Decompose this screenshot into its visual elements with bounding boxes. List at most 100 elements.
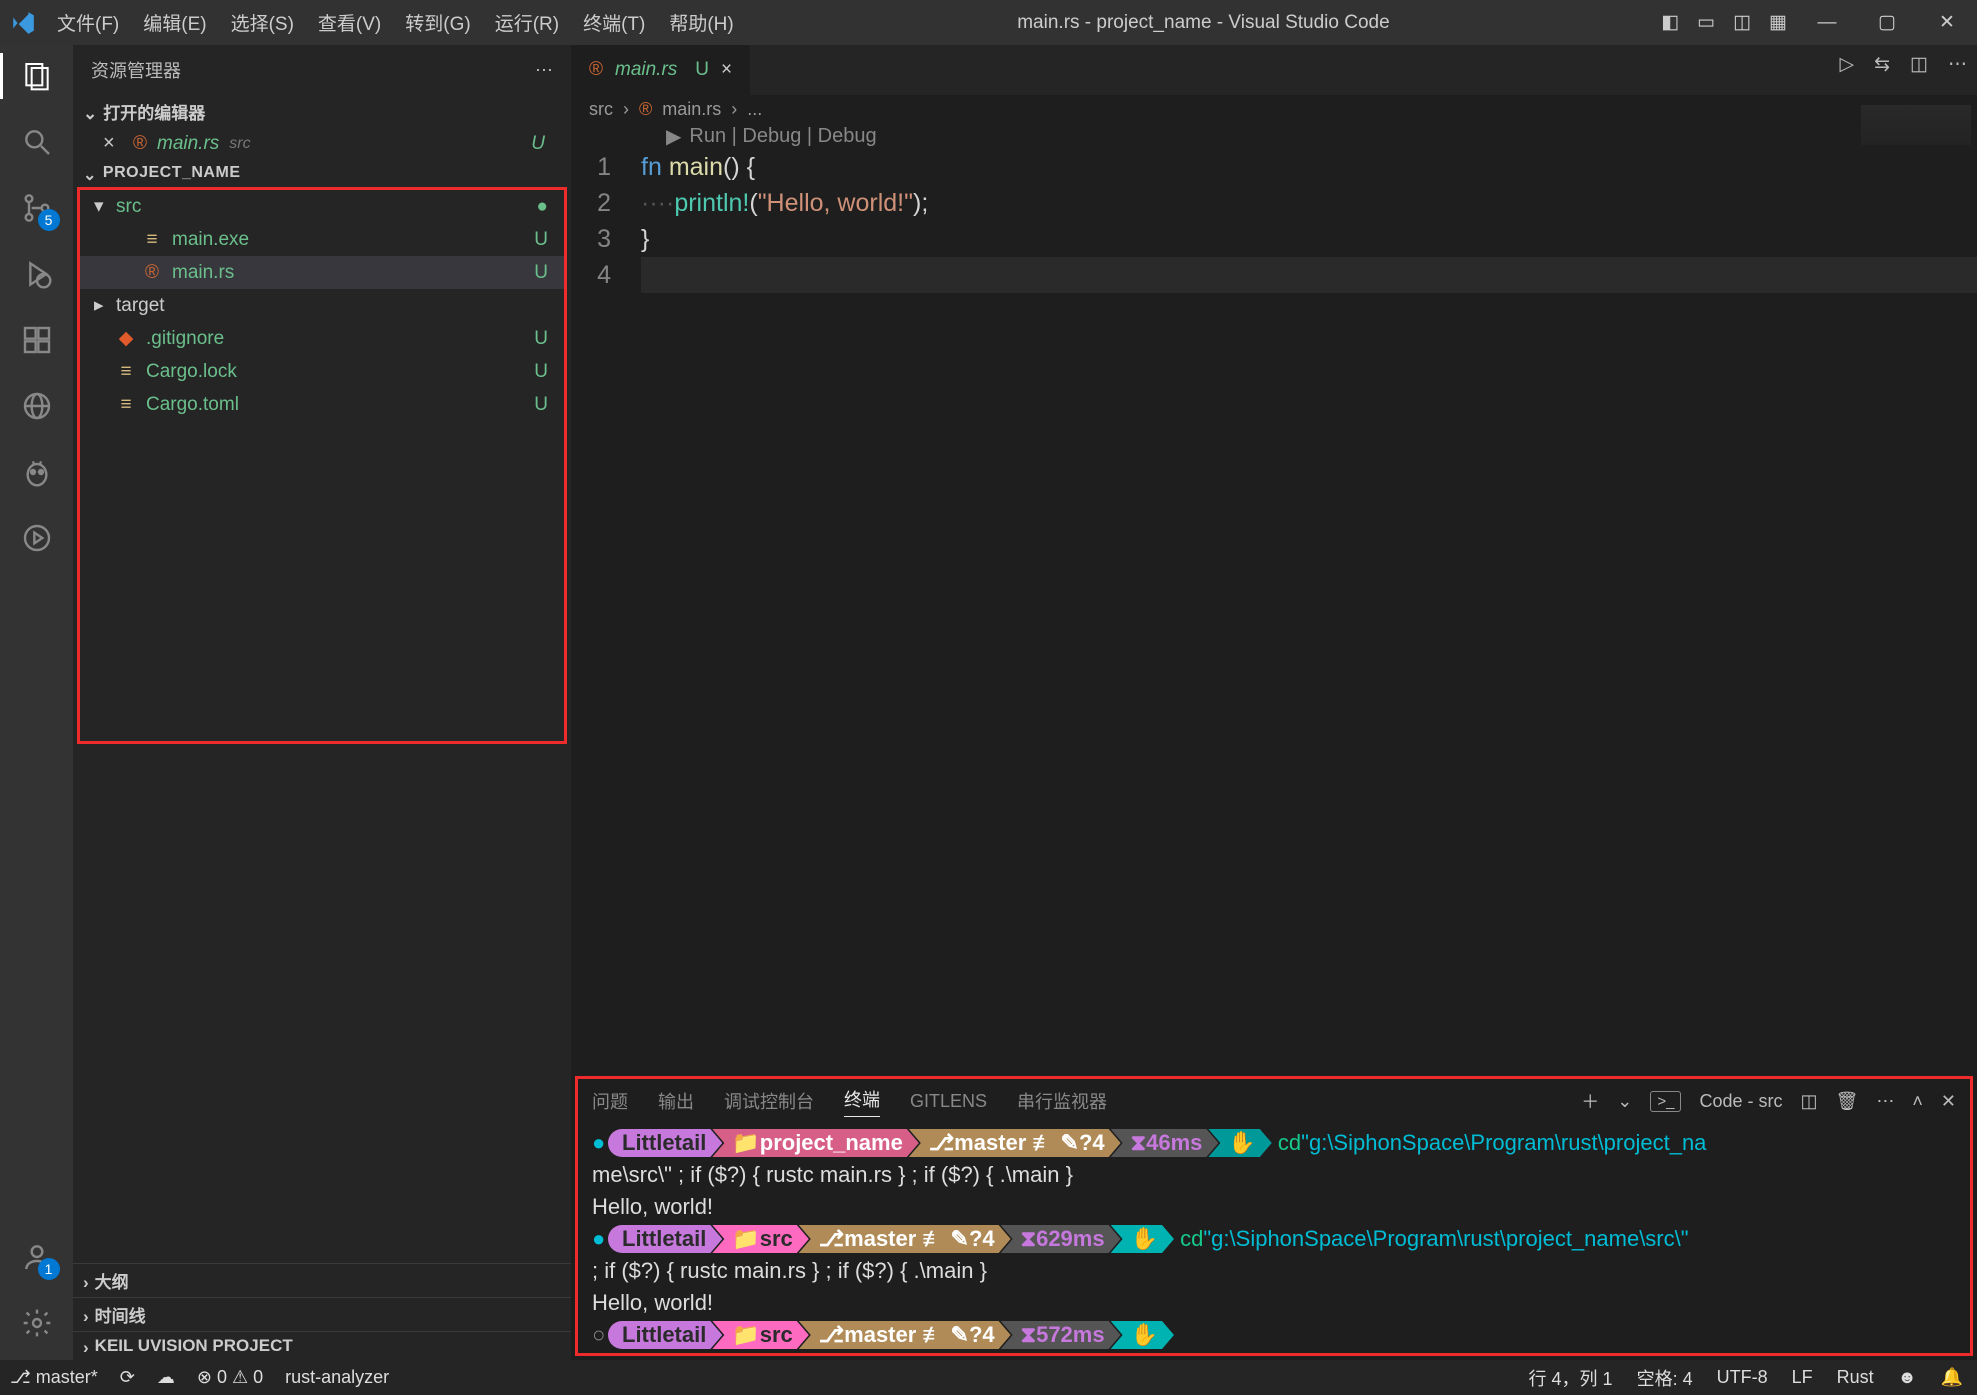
toggle-panel-left-icon[interactable]: ◧ (1661, 11, 1679, 34)
extensions-icon[interactable] (18, 321, 56, 359)
codelens[interactable]: ▶ Run | Debug | Debug (571, 124, 1977, 149)
panel-tab-problems[interactable]: 问题 (592, 1088, 628, 1114)
new-terminal-icon[interactable]: ＋ (1581, 1088, 1599, 1114)
panel-tab-debug-console[interactable]: 调试控制台 (724, 1088, 814, 1114)
project-section[interactable]: ⌄ PROJECT_NAME (73, 159, 571, 187)
status-sync-icon[interactable]: ⟳ (120, 1367, 135, 1388)
status-analyzer[interactable]: rust-analyzer (285, 1367, 389, 1388)
status-cloud-icon[interactable]: ☁ (157, 1367, 175, 1388)
explorer-icon[interactable] (18, 57, 56, 95)
breadcrumb-folder[interactable]: src (589, 99, 613, 120)
terminal-dropdown-icon[interactable]: ⌄ (1617, 1091, 1632, 1112)
open-editor-item[interactable]: × ® main.rs src U (73, 128, 571, 159)
settings-gear-icon[interactable] (18, 1304, 56, 1342)
tree-file[interactable]: ≡Cargo.lockU (80, 355, 564, 388)
file-tree: ▾src●≡main.exeU®main.rsU▸target◆.gitigno… (77, 187, 567, 744)
status-bell-icon[interactable]: 🔔 (1941, 1367, 1963, 1388)
timeline-label: 时间线 (95, 1302, 146, 1327)
tree-file[interactable]: ≡Cargo.tomlU (80, 388, 564, 421)
panel-more-icon[interactable]: ⋯ (1876, 1091, 1894, 1112)
search-icon[interactable] (18, 123, 56, 161)
status-encoding[interactable]: UTF-8 (1717, 1367, 1768, 1388)
customize-layout-icon[interactable]: ▦ (1769, 11, 1787, 34)
platformio-icon[interactable] (18, 453, 56, 491)
file-icon: ◆ (116, 327, 136, 350)
panel-tab-output[interactable]: 输出 (658, 1088, 694, 1114)
tree-item-name: target (116, 295, 538, 317)
run-icon[interactable]: ▷ (1840, 53, 1855, 76)
prompt-user: Littletail (608, 1129, 722, 1157)
status-eol[interactable]: LF (1792, 1367, 1813, 1388)
outline-section[interactable]: ›大纲 (73, 1263, 571, 1297)
tab-status: U (695, 59, 709, 81)
status-cursor[interactable]: 行 4，列 1 (1529, 1365, 1613, 1391)
breadcrumb-file[interactable]: main.rs (662, 99, 721, 120)
vscode-icon (0, 10, 45, 36)
maximize-panel-icon[interactable]: ˄ (1912, 1091, 1923, 1112)
chevron-right-icon: › (623, 99, 629, 120)
panel-tab-gitlens[interactable]: GITLENS (910, 1091, 987, 1112)
scm-badge: 5 (38, 209, 60, 231)
menu-edit[interactable]: 编辑(E) (131, 3, 218, 42)
status-problems[interactable]: ⊗ 0 ⚠ 0 (197, 1367, 263, 1388)
accounts-icon[interactable]: 1 (18, 1238, 56, 1276)
status-feedback-icon[interactable]: ☻ (1898, 1367, 1917, 1388)
tree-file[interactable]: ≡main.exeU (80, 223, 564, 256)
codelens-text[interactable]: Run | Debug | Debug (689, 125, 876, 148)
menu-view[interactable]: 查看(V) (306, 3, 393, 42)
compare-icon[interactable]: ⇆ (1874, 53, 1890, 76)
split-terminal-icon[interactable]: ◫ (1801, 1091, 1818, 1112)
terminal-profile-icon[interactable]: >_ (1650, 1091, 1681, 1112)
status-branch[interactable]: ⎇ master* (10, 1367, 98, 1388)
keil-section[interactable]: ›KEIL UVISION PROJECT (73, 1331, 571, 1360)
tree-folder[interactable]: ▾src● (80, 190, 564, 223)
open-editors-label: 打开的编辑器 (103, 99, 205, 124)
tree-folder[interactable]: ▸target (80, 289, 564, 322)
tree-file[interactable]: ®main.rsU (80, 256, 564, 289)
live-share-icon[interactable] (18, 519, 56, 557)
remote-icon[interactable] (18, 387, 56, 425)
menu-run[interactable]: 运行(R) (483, 3, 571, 42)
editor-tabs: ® main.rs U × (571, 45, 1977, 95)
editor-more-icon[interactable]: ⋯ (1948, 53, 1967, 76)
kill-terminal-icon[interactable]: 🗑 (1836, 1091, 1859, 1112)
terminal-name[interactable]: Code - src (1699, 1091, 1782, 1112)
status-spaces[interactable]: 空格: 4 (1637, 1365, 1693, 1391)
tab-main-rs[interactable]: ® main.rs U × (571, 45, 750, 95)
open-editor-folder: src (229, 135, 250, 153)
menu-selection[interactable]: 选择(S) (219, 3, 306, 42)
code-editor[interactable]: 1fn main() { 2····println!("Hello, world… (571, 149, 1977, 293)
menu-go[interactable]: 转到(G) (393, 3, 482, 42)
open-editors-section[interactable]: ⌄ 打开的编辑器 (73, 95, 571, 128)
accounts-badge: 1 (38, 1258, 60, 1280)
open-editor-name: main.rs (157, 133, 219, 155)
timeline-section[interactable]: ›时间线 (73, 1297, 571, 1331)
status-language[interactable]: Rust (1837, 1367, 1874, 1388)
close-icon[interactable]: × (721, 59, 732, 81)
close-icon[interactable]: × (103, 132, 123, 155)
chevron-down-icon: ▾ (94, 195, 106, 218)
source-control-icon[interactable]: 5 (18, 189, 56, 227)
terminal[interactable]: ● Littletail 📁 project_name ⎇master ≢ ✎?… (578, 1123, 1970, 1353)
toggle-panel-right-icon[interactable]: ◫ (1733, 11, 1751, 34)
breadcrumb-more[interactable]: ... (747, 99, 762, 120)
rust-file-icon: ® (639, 99, 652, 120)
menu-terminal[interactable]: 终端(T) (571, 3, 657, 42)
window-minimize-button[interactable]: ― (1797, 0, 1857, 45)
activity-bar: 5 1 (0, 45, 73, 1360)
panel-tab-terminal[interactable]: 终端 (844, 1086, 880, 1117)
menu-help[interactable]: 帮助(H) (657, 3, 745, 42)
breadcrumb[interactable]: src› ® main.rs› ... (571, 95, 1977, 124)
split-editor-icon[interactable]: ◫ (1910, 53, 1928, 76)
run-debug-icon[interactable] (18, 255, 56, 293)
menu-file[interactable]: 文件(F) (45, 3, 131, 42)
minimap[interactable] (1861, 105, 1971, 145)
panel-tab-serial[interactable]: 串行监视器 (1017, 1088, 1107, 1114)
sidebar-more-icon[interactable]: ⋯ (535, 60, 553, 81)
close-panel-icon[interactable]: ✕ (1941, 1091, 1956, 1112)
window-close-button[interactable]: ✕ (1917, 0, 1977, 45)
toggle-panel-bottom-icon[interactable]: ▭ (1697, 11, 1715, 34)
chevron-down-icon: ⌄ (83, 165, 97, 185)
window-maximize-button[interactable]: ▢ (1857, 0, 1917, 45)
tree-file[interactable]: ◆.gitignoreU (80, 322, 564, 355)
